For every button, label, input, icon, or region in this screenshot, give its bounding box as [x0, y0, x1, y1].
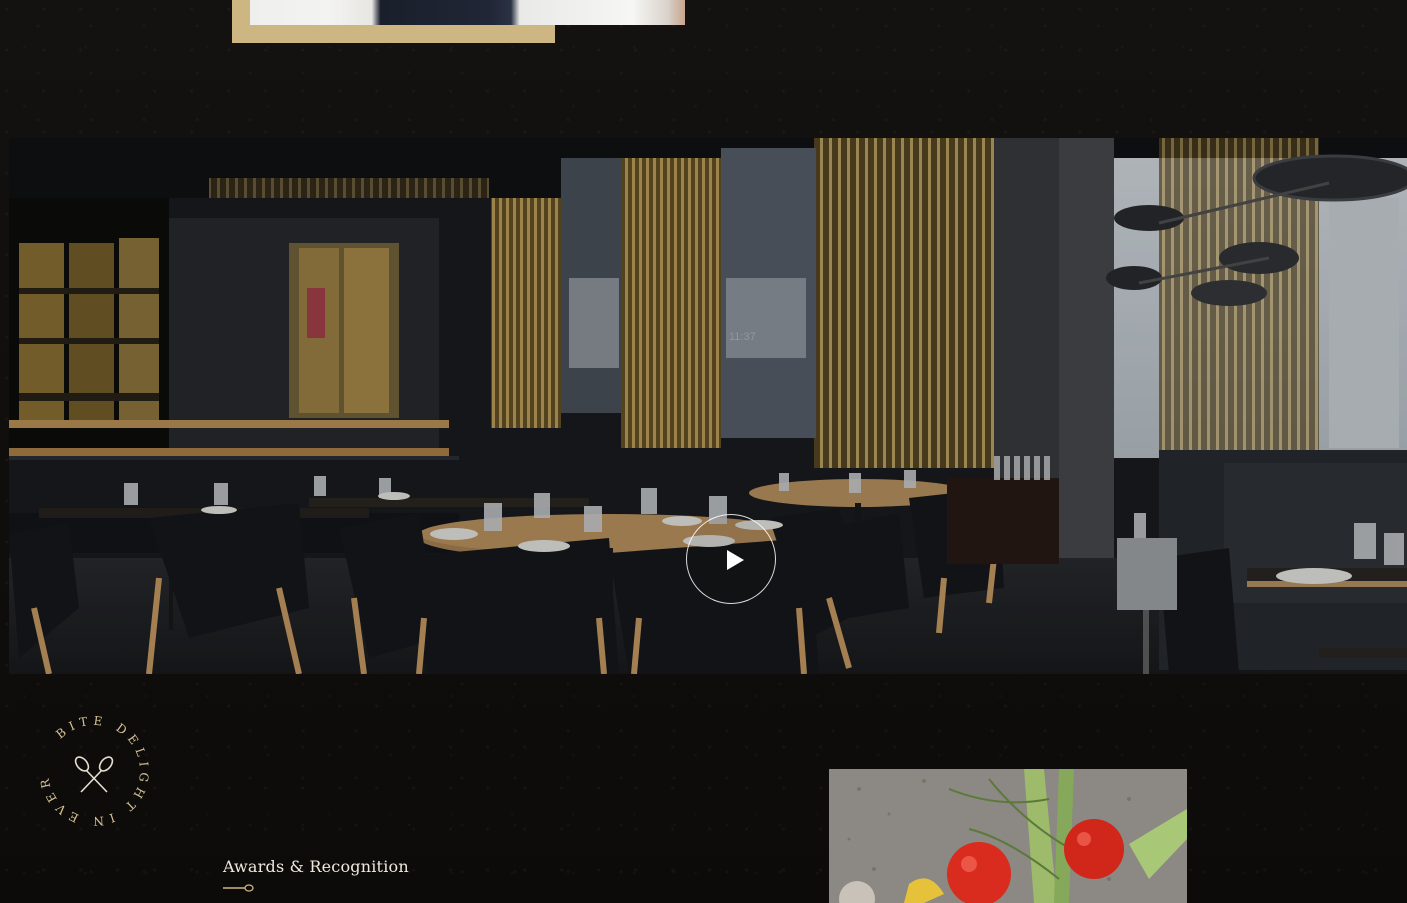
chef-photo	[250, 0, 685, 25]
tomato-rosemary-image	[829, 769, 1187, 903]
restaurant-video-banner[interactable]: 11:37	[9, 138, 1407, 674]
play-video-button[interactable]	[686, 514, 776, 604]
video-overlay-text: 11:37	[729, 331, 756, 343]
food-photo	[829, 769, 1187, 903]
play-icon	[727, 550, 744, 570]
badge-text: BITE DELIGHT IN EVERY	[35, 712, 151, 828]
brand-badge-logo: BITE DELIGHT IN EVERY	[35, 712, 151, 828]
awards-heading: Awards & Recognition	[223, 857, 409, 876]
spoon-divider-icon	[223, 884, 254, 892]
crossed-spoons-icon	[74, 756, 114, 793]
